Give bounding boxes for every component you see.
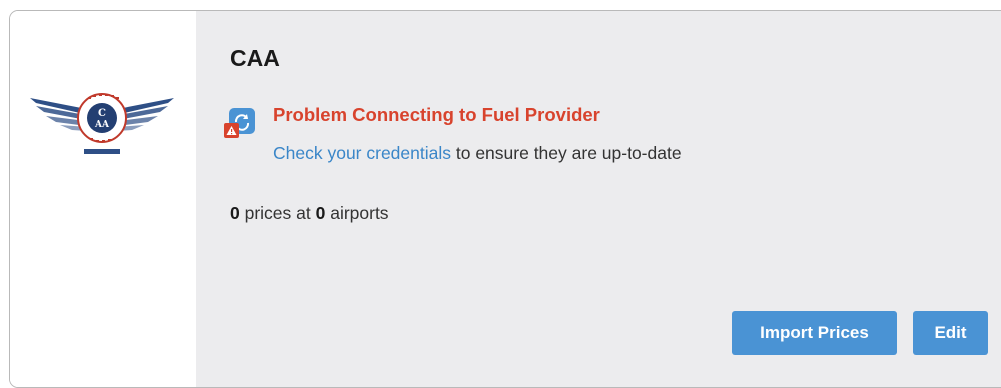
edit-button[interactable]: Edit: [913, 311, 988, 355]
fuel-provider-card: C AA CAA Problem Connecting to Fuel Prov…: [9, 10, 1001, 388]
svg-text:AA: AA: [94, 120, 110, 130]
connection-error-title: Problem Connecting to Fuel Provider: [273, 104, 600, 125]
caa-logo: C AA: [22, 78, 182, 160]
logo-pane: C AA: [10, 11, 196, 387]
import-prices-button[interactable]: Import Prices: [732, 311, 897, 355]
price-summary: 0 prices at 0 airports: [230, 203, 389, 224]
airports-label: airports: [325, 203, 389, 223]
sync-error-icon: [223, 106, 257, 140]
provider-name: CAA: [230, 45, 280, 71]
prices-count: 0: [230, 203, 240, 223]
prices-label: prices at: [239, 203, 316, 223]
check-credentials-link[interactable]: Check your credentials: [273, 143, 451, 163]
svg-text:C: C: [98, 108, 106, 119]
provider-details: CAA Problem Connecting to Fuel Provider …: [196, 11, 1001, 387]
airports-count: 0: [315, 203, 326, 223]
credentials-help-text: Check your credentials to ensure they ar…: [273, 143, 682, 164]
help-message-rest: to ensure they are up-to-date: [451, 143, 682, 163]
